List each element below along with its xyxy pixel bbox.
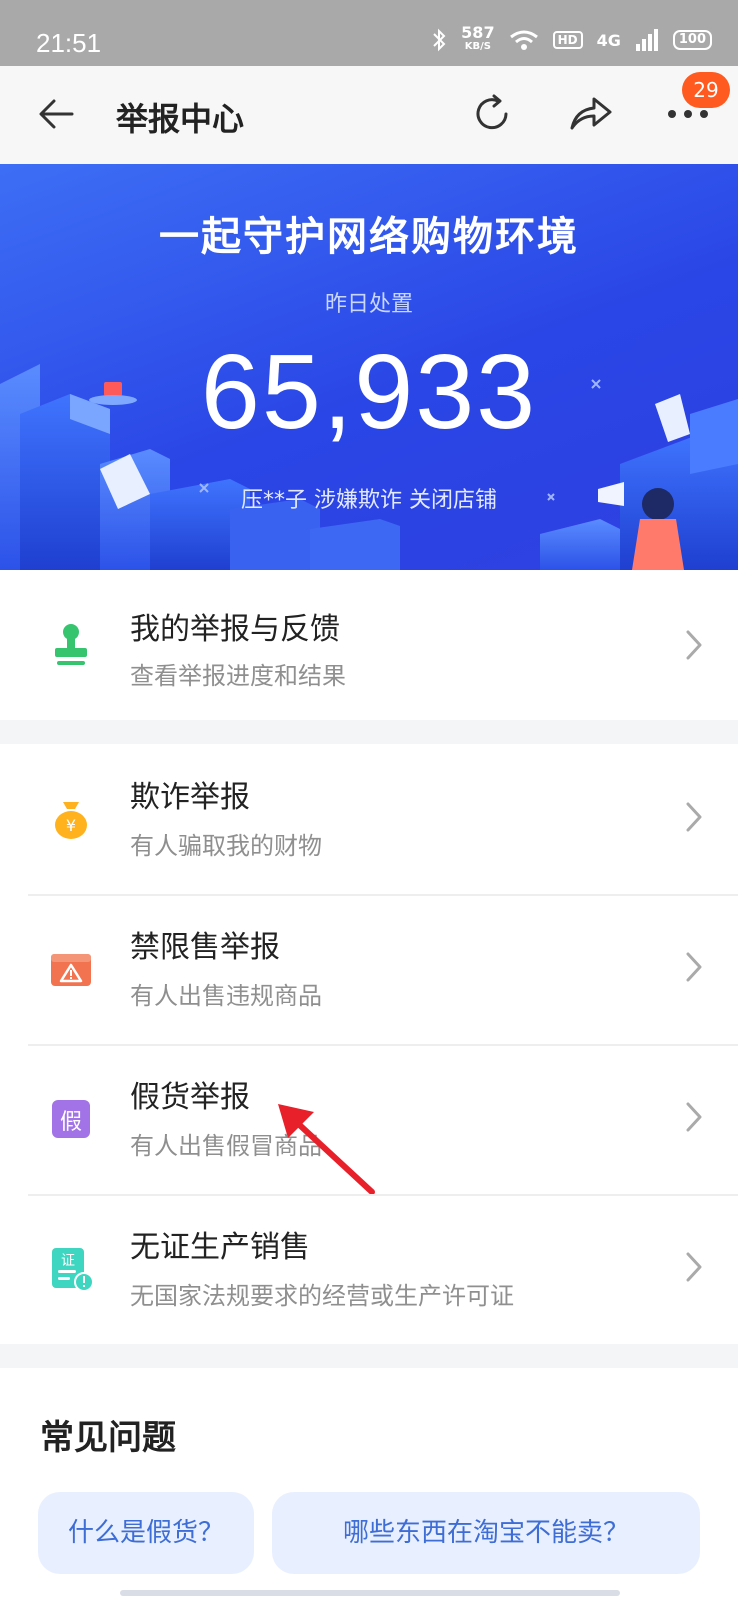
chevron-right-icon: [686, 952, 702, 982]
status-time: 21:51: [36, 28, 102, 58]
share-icon[interactable]: [566, 90, 616, 138]
nav-bar: 举报中心: [0, 66, 738, 164]
fake-tag-icon: 假: [48, 1096, 94, 1142]
chevron-right-icon: [686, 630, 702, 660]
item-desc: 有人出售违规商品: [130, 982, 322, 1010]
chevron-right-icon: [686, 802, 702, 832]
network-speed: 587 KB/S: [461, 23, 495, 53]
item-title: 禁限售举报: [130, 930, 280, 965]
fraud-report-item[interactable]: ¥ 欺诈举报 有人骗取我的财物: [0, 744, 738, 894]
item-title: 欺诈举报: [130, 780, 250, 815]
bluetooth-icon: [433, 28, 446, 52]
battery-icon: 100: [672, 30, 712, 50]
wifi-icon: [509, 30, 538, 50]
refresh-icon[interactable]: [468, 90, 516, 138]
banner-title: 一起守护网络购物环境: [159, 214, 579, 260]
license-icon-text: 证: [61, 1253, 75, 1269]
ticker-text: 压**子 涉嫌欺诈 关闭店铺: [241, 488, 497, 513]
faq-title: 常见问题: [40, 1418, 176, 1458]
network-type: 4G: [596, 30, 621, 50]
notification-badge[interactable]: 29: [682, 72, 730, 108]
license-warning-icon: 证: [48, 1246, 94, 1292]
money-bag-icon: ¥: [55, 802, 87, 839]
page-title: 举报中心: [116, 100, 245, 138]
stamp-icon: [55, 624, 87, 665]
item-desc: 无国家法规要求的经营或生产许可证: [130, 1282, 514, 1310]
signal-icon: [635, 29, 658, 51]
hd-indicator: HD: [552, 31, 583, 49]
unlicensed-report-item[interactable]: 证 无证生产销售 无国家法规要求的经营或生产许可证: [0, 1194, 738, 1344]
chevron-right-icon: [686, 1252, 702, 1282]
handled-count: 65,933: [200, 333, 538, 451]
status-icons: 587 KB/S HD 4G 100: [431, 23, 712, 54]
warning-box-icon: [51, 954, 91, 986]
item-title: 假货举报: [130, 1080, 250, 1115]
faq-chip[interactable]: 哪些东西在淘宝不能卖？: [272, 1492, 700, 1574]
item-title: 我的举报与反馈: [130, 612, 340, 647]
fake-tag-text: 假: [59, 1110, 82, 1135]
svg-text:¥: ¥: [66, 816, 76, 835]
back-arrow-icon[interactable]: [36, 94, 76, 134]
banner: 一起守护网络购物环境 昨日处置 65,933 压**子 涉嫌欺诈 关闭店铺: [0, 164, 738, 570]
prohibited-sale-report-item[interactable]: 禁限售举报 有人出售违规商品: [0, 894, 738, 1044]
scroll-indicator: [120, 1590, 620, 1596]
item-title: 无证生产销售: [130, 1230, 310, 1265]
report-categories-card: ¥ 欺诈举报 有人骗取我的财物 禁限售举报 有人出售违规商品 假 假货举报 有人…: [0, 744, 738, 1344]
my-reports-item[interactable]: 我的举报与反馈 查看举报进度和结果: [0, 570, 738, 720]
my-reports-card: 我的举报与反馈 查看举报进度和结果: [0, 570, 738, 720]
item-desc: 有人骗取我的财物: [130, 832, 322, 860]
item-desc: 查看举报进度和结果: [130, 662, 346, 690]
banner-subtitle: 昨日处置: [324, 292, 413, 317]
faq-chip[interactable]: 什么是假货？: [38, 1492, 254, 1574]
annotation-arrow: [278, 1104, 375, 1195]
chevron-right-icon: [686, 1102, 702, 1132]
counterfeit-report-item[interactable]: 假 假货举报 有人出售假冒商品: [0, 1044, 738, 1195]
status-bar: 21:51 587 KB/S HD 4G 100: [0, 0, 738, 66]
